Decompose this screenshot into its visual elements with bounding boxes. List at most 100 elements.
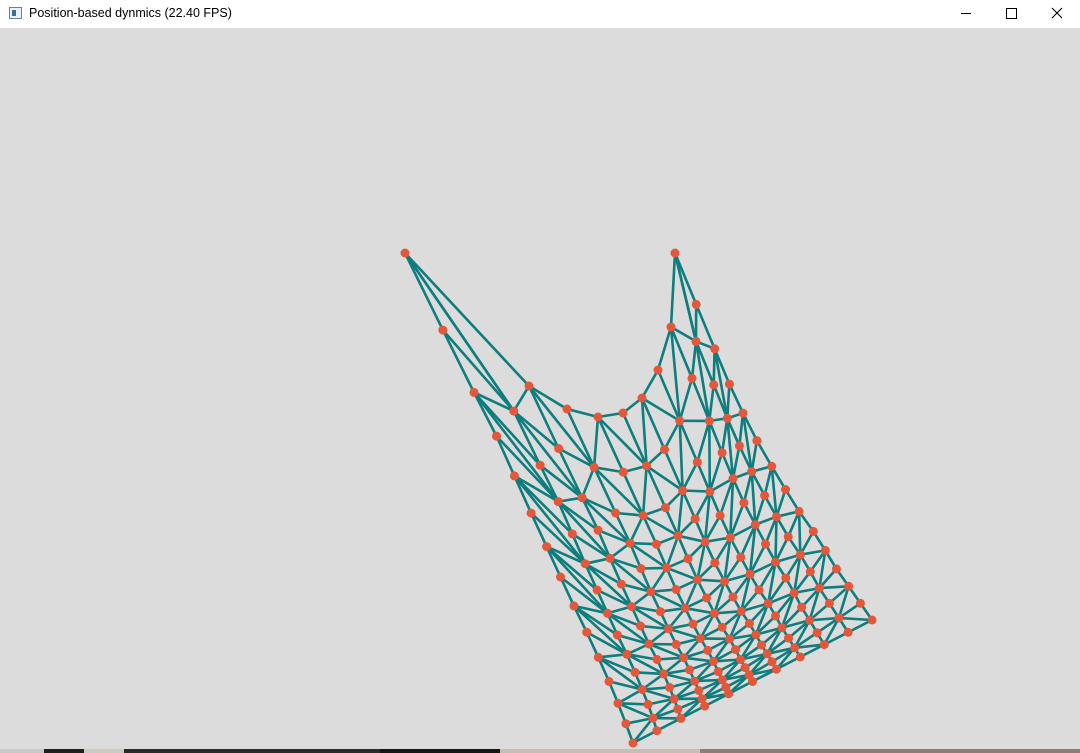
particle-node[interactable] (713, 667, 723, 677)
particle-node[interactable] (710, 558, 720, 568)
particle-node[interactable] (582, 627, 592, 637)
particle-node[interactable] (844, 581, 854, 591)
particle-node[interactable] (708, 656, 718, 666)
particle-node[interactable] (670, 248, 680, 258)
particle-node[interactable] (819, 640, 829, 650)
particle-node[interactable] (734, 441, 744, 451)
particle-node[interactable] (724, 689, 734, 699)
particle-node[interactable] (628, 738, 638, 748)
particle-node[interactable] (665, 682, 674, 692)
close-button[interactable] (1034, 0, 1080, 28)
particle-node[interactable] (567, 529, 577, 539)
minimize-button[interactable] (943, 0, 989, 28)
particle-node[interactable] (781, 573, 791, 583)
particle-node[interactable] (492, 431, 501, 441)
particle-node[interactable] (673, 531, 683, 541)
particle-node[interactable] (535, 460, 545, 470)
particle-node[interactable] (637, 393, 647, 403)
particle-node[interactable] (777, 623, 787, 633)
particle-node[interactable] (855, 598, 865, 608)
particle-node[interactable] (630, 667, 640, 677)
particle-node[interactable] (612, 630, 622, 640)
particle-node[interactable] (814, 583, 824, 593)
particle-node[interactable] (675, 416, 685, 426)
cloth-simulation-canvas[interactable] (0, 28, 1080, 749)
particle-node[interactable] (704, 416, 714, 426)
particle-node[interactable] (648, 713, 658, 723)
particle-node[interactable] (724, 379, 734, 389)
particle-node[interactable] (636, 564, 646, 573)
particle-node[interactable] (664, 624, 673, 634)
particle-node[interactable] (642, 461, 652, 471)
particle-node[interactable] (781, 485, 790, 494)
particle-node[interactable] (761, 539, 770, 549)
particle-node[interactable] (691, 299, 701, 309)
particle-node[interactable] (797, 602, 807, 612)
particle-node[interactable] (745, 569, 755, 579)
particle-node[interactable] (652, 655, 662, 664)
particle-node[interactable] (717, 448, 727, 458)
particle-node[interactable] (613, 698, 623, 708)
particle-node[interactable] (556, 572, 565, 582)
particle-node[interactable] (683, 554, 693, 564)
particle-node[interactable] (651, 539, 661, 549)
particle-node[interactable] (636, 621, 645, 631)
particle-node[interactable] (720, 576, 729, 586)
particle-node[interactable] (831, 564, 841, 574)
particle-node[interactable] (562, 404, 572, 414)
particle-node[interactable] (618, 467, 628, 477)
particle-node[interactable] (605, 553, 615, 563)
particle-node[interactable] (692, 457, 702, 467)
particle-node[interactable] (659, 669, 669, 679)
particle-node[interactable] (784, 633, 793, 643)
particle-node[interactable] (593, 652, 603, 662)
particle-node[interactable] (509, 406, 519, 416)
particle-node[interactable] (553, 497, 563, 507)
particle-node[interactable] (687, 373, 697, 383)
particle-node[interactable] (794, 506, 804, 516)
particle-node[interactable] (736, 552, 746, 562)
particle-node[interactable] (669, 694, 679, 704)
particle-node[interactable] (604, 676, 614, 686)
particle-node[interactable] (660, 503, 670, 513)
particle-node[interactable] (694, 686, 704, 695)
particle-node[interactable] (795, 652, 805, 662)
particle-node[interactable] (690, 676, 700, 686)
particle-node[interactable] (771, 557, 780, 567)
particle-node[interactable] (671, 639, 681, 649)
particle-node[interactable] (767, 461, 777, 471)
particle-node[interactable] (603, 608, 612, 618)
particle-node[interactable] (771, 611, 780, 621)
particle-node[interactable] (589, 462, 599, 472)
particle-node[interactable] (593, 412, 603, 422)
particle-node[interactable] (736, 655, 745, 664)
particle-node[interactable] (542, 542, 552, 552)
particle-node[interactable] (655, 607, 665, 617)
particle-node[interactable] (757, 640, 766, 650)
particle-node[interactable] (524, 381, 534, 391)
particle-node[interactable] (438, 325, 448, 335)
particle-node[interactable] (867, 615, 877, 625)
particle-node[interactable] (616, 579, 626, 589)
particle-node[interactable] (526, 508, 536, 518)
particle-node[interactable] (843, 627, 853, 637)
particle-node[interactable] (820, 545, 830, 555)
particle-node[interactable] (662, 563, 672, 573)
particle-node[interactable] (812, 628, 822, 638)
particle-node[interactable] (469, 387, 479, 397)
particle-node[interactable] (725, 634, 735, 644)
particle-node[interactable] (652, 726, 662, 736)
particle-node[interactable] (702, 593, 712, 603)
particle-node[interactable] (790, 643, 800, 653)
particle-node[interactable] (678, 486, 688, 495)
particle-node[interactable] (739, 498, 749, 508)
particle-node[interactable] (685, 665, 694, 675)
particle-node[interactable] (660, 444, 669, 454)
particle-node[interactable] (834, 613, 844, 623)
particle-node[interactable] (760, 491, 770, 500)
particle-node[interactable] (715, 511, 725, 520)
particle-node[interactable] (509, 471, 519, 481)
particle-node[interactable] (621, 719, 631, 729)
particle-node[interactable] (577, 493, 587, 503)
particle-node[interactable] (728, 474, 738, 483)
